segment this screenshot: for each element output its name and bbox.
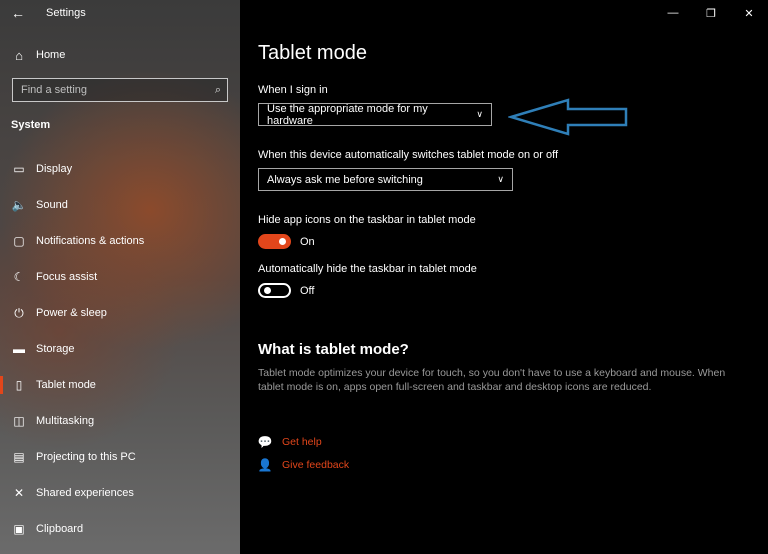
- app-title: Settings: [46, 7, 86, 19]
- section-label: System: [11, 119, 51, 131]
- sidebar-item-label: Display: [36, 163, 73, 175]
- sign-in-label: When I sign in: [258, 84, 328, 96]
- multitasking-icon: ◫: [13, 414, 25, 428]
- sidebar-item-label: Notifications & actions: [36, 235, 145, 247]
- feedback-icon: 👤: [257, 458, 273, 472]
- page-title: Tablet mode: [258, 42, 367, 64]
- toggle-knob: [264, 287, 271, 294]
- window-controls: — ❐ ✕: [654, 0, 768, 26]
- back-arrow-icon: ←: [11, 5, 25, 21]
- minimize-icon[interactable]: —: [654, 0, 692, 26]
- storage-icon: ▬: [13, 342, 25, 356]
- sidebar: ← Settings ⌂ Home ⌕ System ▭ Display 🔈 S…: [0, 0, 240, 554]
- sidebar-item-label: Shared experiences: [36, 487, 134, 499]
- tablet-icon: ▯: [15, 378, 23, 392]
- hide-taskbar-label: Automatically hide the taskbar in tablet…: [258, 263, 477, 275]
- hide-icons-label: Hide app icons on the taskbar in tablet …: [258, 214, 476, 226]
- get-help-row[interactable]: 💬 Get help: [258, 435, 322, 449]
- sidebar-item-label: Sound: [36, 199, 68, 211]
- hide-taskbar-toggle[interactable]: [258, 283, 291, 298]
- sidebar-item-multitasking[interactable]: ◫ Multitasking: [0, 403, 240, 439]
- titlebar-left: ← Settings: [0, 0, 240, 26]
- search-box[interactable]: ⌕: [12, 78, 228, 102]
- sidebar-item-projecting[interactable]: ▤ Projecting to this PC: [0, 439, 240, 475]
- what-is-heading: What is tablet mode?: [258, 341, 409, 358]
- close-icon[interactable]: ✕: [730, 0, 768, 26]
- switch-label: When this device automatically switches …: [258, 149, 559, 161]
- chevron-down-icon: ∨: [476, 109, 483, 119]
- moon-icon: ☾: [13, 270, 25, 284]
- toggle-knob: [279, 238, 286, 245]
- sidebar-item-tablet-mode[interactable]: ▯ Tablet mode: [0, 367, 240, 403]
- switch-value: Always ask me before switching: [267, 173, 423, 186]
- give-feedback-row[interactable]: 👤 Give feedback: [257, 458, 350, 472]
- chevron-down-icon: ∨: [497, 174, 504, 184]
- home-icon: ⌂: [15, 47, 23, 63]
- what-is-description: Tablet mode optimizes your device for to…: [258, 367, 726, 393]
- home-label: Home: [36, 49, 66, 61]
- restore-icon[interactable]: ❐: [692, 0, 730, 26]
- speaker-icon: 🔈: [11, 198, 27, 212]
- sign-in-value: Use the appropriate mode for my hardware: [267, 102, 428, 127]
- sidebar-nav: ▭ Display 🔈 Sound ▢ Notifications & acti…: [0, 151, 240, 547]
- shared-icon: ✕: [13, 486, 25, 500]
- search-icon[interactable]: ⌕: [215, 84, 221, 97]
- sidebar-item-label: Projecting to this PC: [36, 451, 136, 463]
- sidebar-item-label: Clipboard: [36, 523, 84, 535]
- sidebar-item-clipboard[interactable]: ▣ Clipboard: [0, 511, 240, 547]
- hide-icons-state: On: [300, 236, 315, 248]
- sidebar-item-label: Storage: [36, 343, 75, 355]
- sidebar-item-storage[interactable]: ▬ Storage: [0, 331, 240, 367]
- sidebar-item-focus-assist[interactable]: ☾ Focus assist: [0, 259, 240, 295]
- notification-icon: ▢: [13, 234, 25, 248]
- hide-icons-toggle[interactable]: [258, 234, 291, 249]
- back-button[interactable]: ←: [0, 0, 36, 26]
- sidebar-item-sound[interactable]: 🔈 Sound: [0, 187, 240, 223]
- sidebar-item-label: Power & sleep: [36, 307, 107, 319]
- sidebar-item-label: Focus assist: [36, 271, 98, 283]
- sidebar-item-shared-experiences[interactable]: ✕ Shared experiences: [0, 475, 240, 511]
- search-input[interactable]: [21, 84, 215, 96]
- get-help-link[interactable]: Get help: [282, 436, 322, 448]
- power-icon: ⏻: [14, 305, 24, 320]
- switch-dropdown[interactable]: Always ask me before switching ∨: [258, 168, 513, 191]
- sidebar-item-power-sleep[interactable]: ⏻ Power & sleep: [0, 295, 240, 331]
- annotation-arrow-icon: [508, 98, 628, 136]
- sidebar-item-label: Tablet mode: [36, 379, 96, 391]
- display-icon: ▭: [13, 162, 25, 176]
- sidebar-item-display[interactable]: ▭ Display: [0, 151, 240, 187]
- sidebar-home[interactable]: ⌂ Home: [0, 40, 240, 70]
- sidebar-item-notifications[interactable]: ▢ Notifications & actions: [0, 223, 240, 259]
- give-feedback-link[interactable]: Give feedback: [282, 459, 349, 471]
- help-chat-icon: 💬: [257, 435, 273, 449]
- sign-in-dropdown[interactable]: Use the appropriate mode for my hardware…: [258, 102, 492, 127]
- main-panel: — ❐ ✕ Tablet mode When I sign in Use the…: [240, 0, 768, 554]
- sidebar-item-label: Multitasking: [36, 415, 95, 427]
- hide-taskbar-state: Off: [300, 285, 315, 297]
- clipboard-icon: ▣: [13, 522, 25, 536]
- projector-icon: ▤: [13, 450, 25, 464]
